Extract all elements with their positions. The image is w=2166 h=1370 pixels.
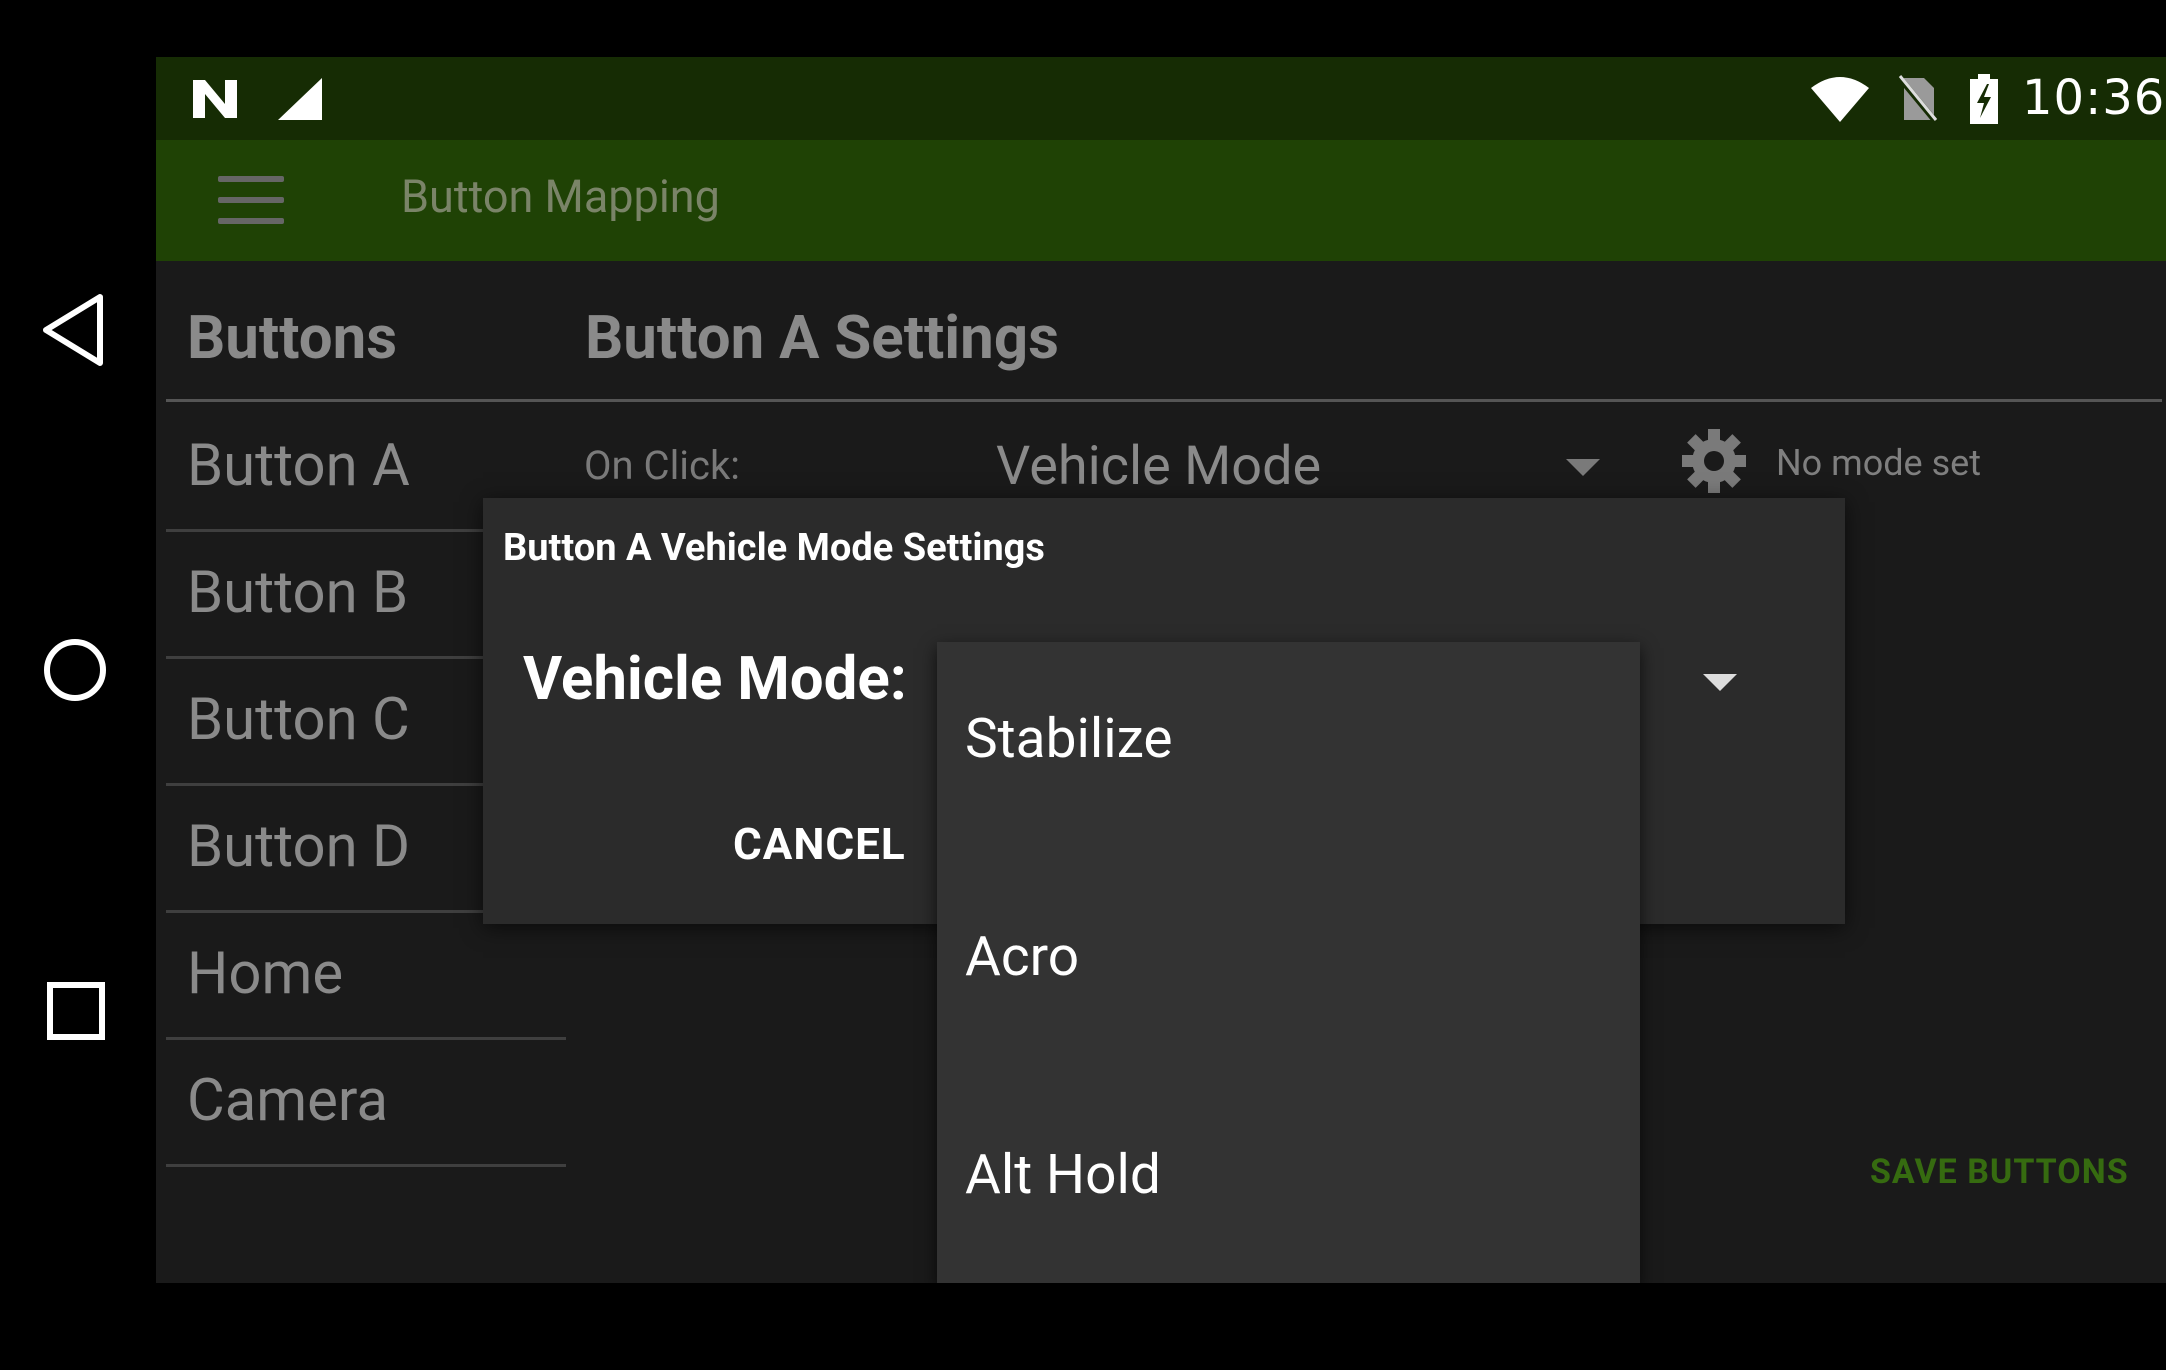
hamburger-menu-icon[interactable] <box>218 176 284 224</box>
list-item-label: Button D <box>187 813 411 881</box>
on-click-select[interactable]: Vehicle Mode <box>996 427 1776 507</box>
wifi-icon <box>1811 77 1869 122</box>
list-item-label: Button C <box>187 686 410 754</box>
dropdown-arrow-icon <box>1566 459 1600 476</box>
dropdown-option-label: Acro <box>965 925 1080 989</box>
dropdown-option-alt-hold[interactable]: Alt Hold <box>937 1078 1640 1283</box>
dropdown-option-acro[interactable]: Acro <box>937 860 1640 1078</box>
cell-signal-icon <box>278 78 322 120</box>
back-icon[interactable] <box>30 285 120 375</box>
no-sim-icon <box>1896 74 1938 124</box>
on-click-label: On Click: <box>584 442 740 489</box>
dropdown-option-label: Stabilize <box>965 707 1173 771</box>
cancel-button[interactable]: CANCEL <box>733 818 906 870</box>
list-item-label: Home <box>187 940 344 1008</box>
vehicle-mode-dropdown: Stabilize Acro Alt Hold <box>937 642 1640 1283</box>
dropdown-option-label: Alt Hold <box>965 1143 1161 1207</box>
battery-charging-icon <box>1970 74 1998 124</box>
gear-icon[interactable] <box>1680 427 1748 495</box>
status-bar: 10:36 <box>156 57 2166 140</box>
on-click-select-value: Vehicle Mode <box>996 435 1322 498</box>
settings-header: Button A Settings <box>585 302 1059 373</box>
status-time: 10:36 <box>2022 70 2166 126</box>
list-item-label: Button B <box>187 559 409 627</box>
vehicle-mode-label: Vehicle Mode: <box>523 643 907 714</box>
list-item-label: Button A <box>187 432 410 500</box>
n-notification-icon <box>193 80 237 118</box>
home-icon[interactable] <box>30 625 120 715</box>
buttons-list-header: Buttons <box>187 302 398 373</box>
save-buttons-button[interactable]: SAVE BUTTONS <box>1870 1152 2129 1192</box>
list-item-camera[interactable]: Camera <box>166 1037 566 1167</box>
mode-status-text: No mode set <box>1776 442 1982 484</box>
dropdown-arrow-icon[interactable] <box>1703 674 1737 691</box>
app-screen: 10:36 Button Mapping Buttons Button A Se… <box>156 57 2166 1283</box>
dropdown-option-stabilize[interactable]: Stabilize <box>937 642 1640 860</box>
list-item-home[interactable]: Home <box>166 910 566 1040</box>
app-bar: Button Mapping <box>156 140 2166 261</box>
system-navigation-bar <box>0 0 156 1370</box>
recents-icon[interactable] <box>30 965 120 1055</box>
page-title: Button Mapping <box>401 170 720 223</box>
dialog-title: Button A Vehicle Mode Settings <box>503 526 1045 570</box>
list-item-label: Camera <box>187 1067 388 1135</box>
